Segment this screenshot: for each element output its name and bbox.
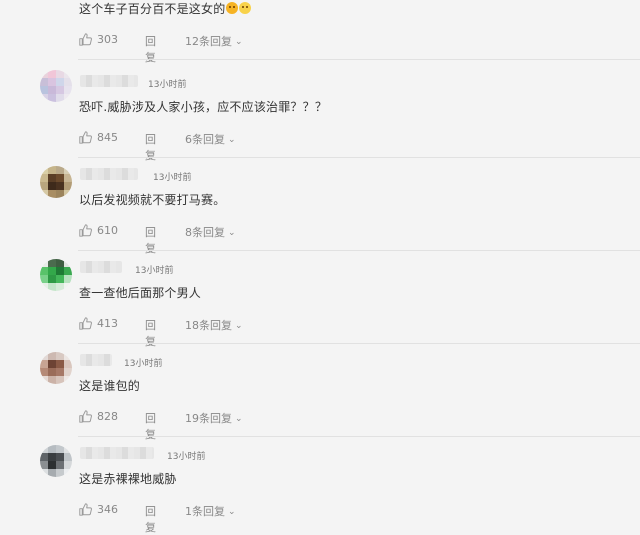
like-button[interactable]: 413 <box>79 317 118 330</box>
reply-button[interactable]: 回复 <box>145 503 156 535</box>
comment-text: 这是谁包的 <box>79 379 141 393</box>
username-blurred[interactable] <box>80 168 138 180</box>
comment-text: 这个车子百分百不是这女的 <box>79 0 252 17</box>
comment-time: 13小时前 <box>135 266 174 276</box>
like-count: 413 <box>97 317 118 330</box>
chevron-down-icon: ⌄ <box>235 414 243 424</box>
replies-count-label: 18条回复 <box>185 319 232 332</box>
like-count: 845 <box>97 131 118 144</box>
thumbs-up-icon <box>79 131 92 144</box>
comment-text: 以后发视频就不要打马赛。 <box>79 193 226 207</box>
avatar[interactable] <box>40 70 72 102</box>
comment-text: 这是赤裸裸地威胁 <box>79 472 177 486</box>
comment-item: 13小时前 恐吓.威胁涉及人家小孩，应不应该治罪？？？ 845 回复 6条回复 ⌄ <box>0 65 640 162</box>
avatar[interactable] <box>40 445 72 477</box>
comment-time: 13小时前 <box>167 452 206 462</box>
like-button[interactable]: 303 <box>79 33 118 46</box>
comment-time: 13小时前 <box>148 80 187 90</box>
like-count: 610 <box>97 224 118 237</box>
view-replies-button[interactable]: 18条回复 ⌄ <box>185 317 243 333</box>
like-count: 346 <box>97 503 118 516</box>
laughing-emoji-icon <box>226 2 239 14</box>
view-replies-button[interactable]: 8条回复 ⌄ <box>185 224 236 240</box>
smiling-emoji-icon <box>239 2 252 14</box>
thumbs-up-icon <box>79 224 92 237</box>
username-blurred[interactable] <box>80 75 138 87</box>
username-blurred[interactable] <box>80 261 122 273</box>
view-replies-button[interactable]: 6条回复 ⌄ <box>185 131 236 147</box>
replies-count-label: 1条回复 <box>185 505 225 518</box>
comment-time: 13小时前 <box>124 359 163 369</box>
chevron-down-icon: ⌄ <box>235 37 243 47</box>
view-replies-button[interactable]: 19条回复 ⌄ <box>185 410 243 426</box>
comment-item: 这个车子百分百不是这女的 303 回复 12条回复 ⌄ <box>0 0 640 64</box>
view-replies-button[interactable]: 12条回复 ⌄ <box>185 33 243 49</box>
comment-text: 恐吓.威胁涉及人家小孩，应不应该治罪？？？ <box>79 100 328 114</box>
view-replies-button[interactable]: 1条回复 ⌄ <box>185 503 236 519</box>
comment-item: 13小时前 这是谁包的 828 回复 19条回复 ⌄ <box>0 344 640 441</box>
comment-item: 13小时前 这是赤裸裸地威胁 346 回复 1条回复 ⌄ <box>0 437 640 534</box>
chevron-down-icon: ⌄ <box>228 135 236 145</box>
reply-button[interactable]: 回复 <box>145 33 156 65</box>
like-count: 828 <box>97 410 118 423</box>
like-button[interactable]: 610 <box>79 224 118 237</box>
username-blurred[interactable] <box>80 354 112 366</box>
like-button[interactable]: 845 <box>79 131 118 144</box>
comment-time: 13小时前 <box>153 173 192 183</box>
chevron-down-icon: ⌄ <box>235 321 243 331</box>
replies-count-label: 8条回复 <box>185 226 225 239</box>
comment-item: 13小时前 查一查他后面那个男人 413 回复 18条回复 ⌄ <box>0 251 640 348</box>
thumbs-up-icon <box>79 503 92 516</box>
avatar[interactable] <box>40 259 72 291</box>
like-count: 303 <box>97 33 118 46</box>
username-blurred[interactable] <box>80 447 154 459</box>
replies-count-label: 6条回复 <box>185 133 225 146</box>
thumbs-up-icon <box>79 317 92 330</box>
avatar[interactable] <box>40 352 72 384</box>
thumbs-up-icon <box>79 410 92 423</box>
replies-count-label: 19条回复 <box>185 412 232 425</box>
chevron-down-icon: ⌄ <box>228 228 236 238</box>
avatar[interactable] <box>40 166 72 198</box>
like-button[interactable]: 346 <box>79 503 118 516</box>
like-button[interactable]: 828 <box>79 410 118 423</box>
replies-count-label: 12条回复 <box>185 35 232 48</box>
comment-item: 13小时前 以后发视频就不要打马赛。 610 回复 8条回复 ⌄ <box>0 158 640 255</box>
thumbs-up-icon <box>79 33 92 46</box>
divider <box>78 59 640 60</box>
comment-text: 查一查他后面那个男人 <box>79 286 202 300</box>
